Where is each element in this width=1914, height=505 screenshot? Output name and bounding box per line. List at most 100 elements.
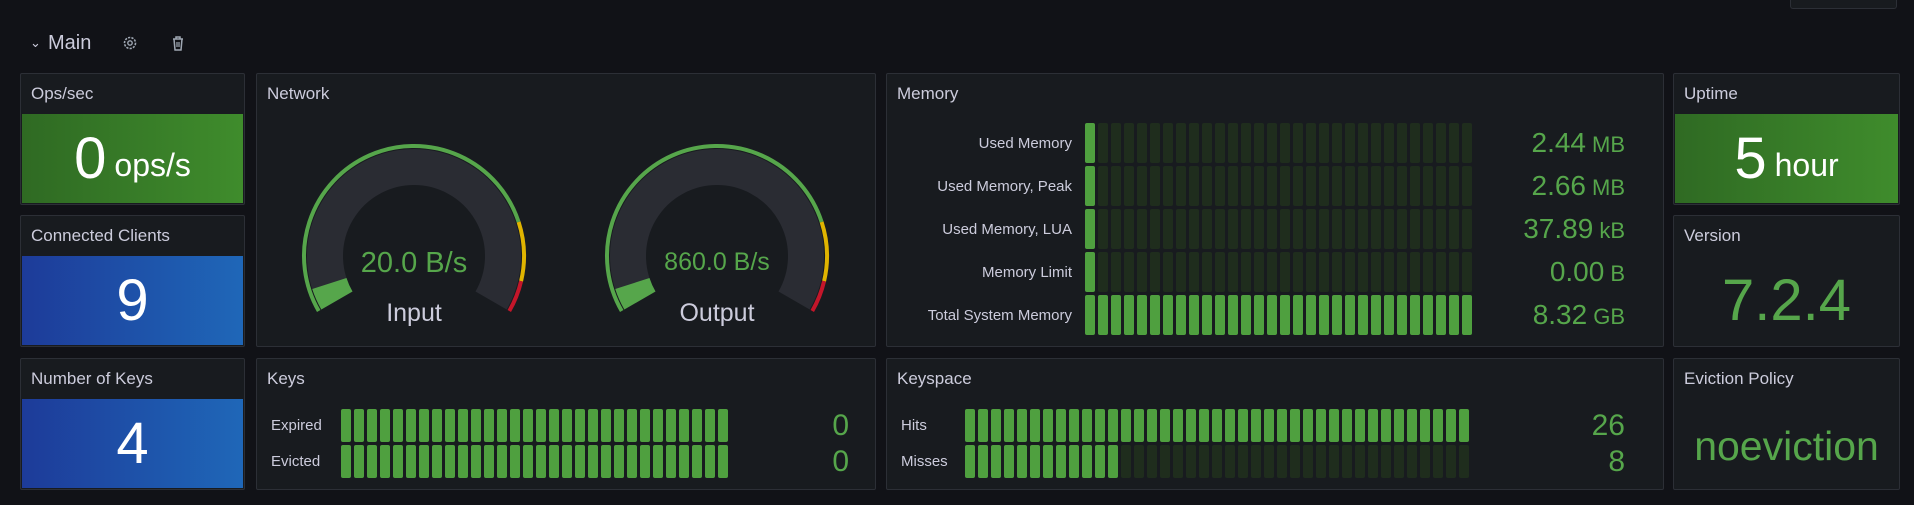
bar-cell	[432, 445, 442, 478]
bar-cell	[1280, 295, 1290, 335]
bar-cell	[1150, 123, 1160, 163]
bar-cell	[1121, 445, 1131, 478]
bar-cell	[1306, 123, 1316, 163]
top-right-button[interactable]	[1790, 0, 1897, 9]
bar-cell	[1254, 123, 1264, 163]
bar-label: Used Memory, LUA	[942, 220, 1072, 238]
bar-cell	[1293, 252, 1303, 292]
bar-cell	[1121, 409, 1131, 442]
bar-cell	[1397, 252, 1407, 292]
version-value: 7.2.4	[1722, 268, 1851, 333]
bar-cells	[965, 445, 1469, 478]
bar-cell	[1082, 409, 1092, 442]
bar-cell	[1254, 295, 1264, 335]
bar-cell	[562, 409, 572, 442]
bar-cell	[1228, 123, 1238, 163]
ops-unit: ops/s	[114, 147, 191, 183]
bar-cell	[1124, 295, 1134, 335]
trash-icon[interactable]	[169, 34, 187, 52]
bar-cell	[1267, 123, 1277, 163]
bar-cell	[627, 409, 637, 442]
clients-panel: Connected Clients 9	[20, 215, 245, 347]
chevron-down-icon[interactable]: ⌄	[30, 35, 41, 51]
bar-cell	[1397, 295, 1407, 335]
bar-row: Used Memory, Peak 2.66 MB	[887, 166, 1663, 206]
bar-cell	[1163, 123, 1173, 163]
bar-cell	[1436, 252, 1446, 292]
bar-cell	[484, 409, 494, 442]
bar-cell	[1407, 409, 1417, 442]
bar-cell	[1358, 252, 1368, 292]
bar-cell	[406, 445, 416, 478]
input-gauge	[302, 144, 526, 312]
uptime-value: 5	[1734, 126, 1767, 191]
eviction-value: noeviction	[1694, 423, 1879, 469]
bar-row: Evicted 0	[257, 445, 875, 478]
bar-cell	[1433, 445, 1443, 478]
bar-cell	[523, 409, 533, 442]
bar-cell	[549, 445, 559, 478]
bar-cell	[445, 445, 455, 478]
bar-cell	[1423, 166, 1433, 206]
row-header[interactable]: ⌄ Main	[30, 28, 209, 58]
gear-icon[interactable]	[121, 34, 139, 52]
bar-cell	[1085, 166, 1095, 206]
bar-cell	[1098, 209, 1108, 249]
bar-cell	[1228, 209, 1238, 249]
bar-cell	[601, 409, 611, 442]
bar-cell	[1368, 445, 1378, 478]
bar-cell	[1290, 445, 1300, 478]
bar-cell	[1368, 409, 1378, 442]
bar-cell	[1030, 445, 1040, 478]
row-title[interactable]: Main	[48, 32, 91, 55]
bar-cell	[1410, 123, 1420, 163]
bar-cell	[1462, 252, 1472, 292]
bar-cell	[1306, 209, 1316, 249]
bar-cell	[1189, 295, 1199, 335]
gauge-value-arc	[312, 277, 353, 310]
bar-cell	[1202, 166, 1212, 206]
bar-cell	[536, 409, 546, 442]
bar-cell	[1238, 409, 1248, 442]
bar-cell	[1420, 445, 1430, 478]
bar-cell	[1319, 166, 1329, 206]
bar-cell	[1251, 409, 1261, 442]
bar-cell	[692, 409, 702, 442]
bar-cell	[1160, 445, 1170, 478]
panel-title: Keys	[267, 369, 305, 388]
bar-cell	[1124, 123, 1134, 163]
bar-cell	[627, 445, 637, 478]
bar-value: 0.00 B	[1549, 256, 1625, 287]
bar-cell	[1173, 445, 1183, 478]
bar-label: Used Memory	[978, 134, 1072, 152]
bar-cell	[1176, 123, 1186, 163]
bar-cell	[1108, 409, 1118, 442]
bar-cell	[1137, 166, 1147, 206]
bar-cell	[601, 445, 611, 478]
bar-cells	[1085, 252, 1472, 292]
bar-cell	[1085, 295, 1095, 335]
bar-cell	[1069, 445, 1079, 478]
bar-cell	[1394, 445, 1404, 478]
bar-cell	[1160, 409, 1170, 442]
bar-cell	[1241, 123, 1251, 163]
bar-cell	[705, 409, 715, 442]
output-gauge-label: Output	[679, 299, 754, 327]
bar-cell	[523, 445, 533, 478]
bar-cells	[341, 445, 728, 478]
eviction-stat: noeviction	[1675, 399, 1898, 488]
bar-cell	[1085, 252, 1095, 292]
bar-cell	[1462, 209, 1472, 249]
bar-cell	[1150, 252, 1160, 292]
bar-cell	[406, 409, 416, 442]
panel-title: Ops/sec	[31, 84, 94, 103]
bar-cell	[1176, 252, 1186, 292]
bar-cell	[1069, 409, 1079, 442]
bar-cell	[354, 445, 364, 478]
keys-count-panel: Number of Keys 4	[20, 358, 245, 490]
bar-cell	[1306, 252, 1316, 292]
bar-cell	[510, 409, 520, 442]
bar-cell	[1267, 166, 1277, 206]
bar-row: Expired 0	[257, 409, 875, 442]
bar-cell	[1345, 209, 1355, 249]
